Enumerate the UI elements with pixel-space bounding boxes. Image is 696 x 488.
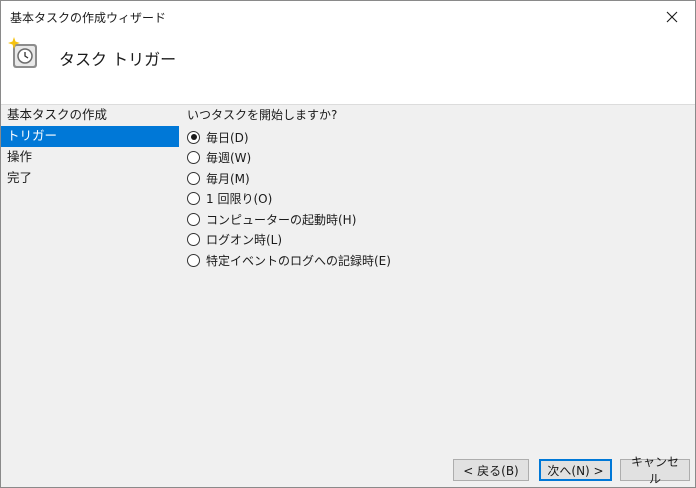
- radio-label-daily: 毎日(D): [206, 130, 249, 145]
- page-title: タスク トリガー: [59, 50, 177, 69]
- title-bar: 基本タスクの作成ウィザード: [1, 1, 695, 32]
- close-icon: [666, 11, 678, 22]
- window-title: 基本タスクの作成ウィザード: [10, 11, 167, 25]
- radio-button[interactable]: [187, 212, 200, 226]
- back-button[interactable]: < 戻る(B): [453, 459, 529, 481]
- radio-label-logon: ログオン時(L): [206, 233, 283, 248]
- trigger-question: いつタスクを開始しますか?: [187, 108, 338, 122]
- radio-monthly[interactable]: 毎月(M): [187, 168, 687, 189]
- radio-startup[interactable]: コンピューターの起動時(H): [187, 209, 687, 230]
- radio-weekly[interactable]: 毎週(W): [187, 148, 687, 169]
- step-action: 操作: [7, 149, 33, 164]
- radio-button[interactable]: [187, 171, 200, 185]
- radio-label-startup: コンピューターの起動時(H): [206, 212, 357, 227]
- radio-button[interactable]: [187, 192, 200, 206]
- wizard-steps: 基本タスクの作成 トリガー 操作 完了: [1, 105, 179, 189]
- radio-label-event-log: 特定イベントのログへの記録時(E): [206, 253, 391, 268]
- wizard-header: タスク トリガー: [1, 32, 695, 105]
- trigger-options: 毎日(D) 毎週(W) 毎月(M) 1 回限り(O) コンピューターの起動時(H…: [187, 127, 687, 271]
- radio-button-selected[interactable]: [187, 130, 200, 144]
- radio-button[interactable]: [187, 253, 200, 267]
- radio-button[interactable]: [187, 151, 200, 165]
- next-button[interactable]: 次へ(N) >: [539, 459, 612, 481]
- close-button[interactable]: [649, 1, 695, 32]
- radio-label-one-time: 1 回限り(O): [206, 192, 273, 207]
- cancel-button[interactable]: キャンセル: [620, 455, 690, 486]
- clock-task-icon: [8, 37, 37, 68]
- radio-logon[interactable]: ログオン時(L): [187, 230, 687, 251]
- radio-label-weekly: 毎週(W): [206, 151, 252, 166]
- wizard-window: 基本タスクの作成ウィザード タスク トリガー 基本タスクの作成 トリガー 操作 …: [0, 0, 696, 488]
- step-trigger: トリガー: [1, 126, 179, 147]
- radio-event-log[interactable]: 特定イベントのログへの記録時(E): [187, 250, 687, 271]
- radio-button[interactable]: [187, 233, 200, 247]
- step-create-basic-task: 基本タスクの作成: [7, 107, 108, 122]
- radio-daily[interactable]: 毎日(D): [187, 127, 687, 148]
- step-finish: 完了: [7, 170, 33, 185]
- radio-one-time[interactable]: 1 回限り(O): [187, 189, 687, 210]
- trigger-panel: いつタスクを開始しますか? 毎日(D) 毎週(W) 毎月(M) 1 回限り(O)…: [187, 107, 687, 271]
- radio-label-monthly: 毎月(M): [206, 171, 250, 186]
